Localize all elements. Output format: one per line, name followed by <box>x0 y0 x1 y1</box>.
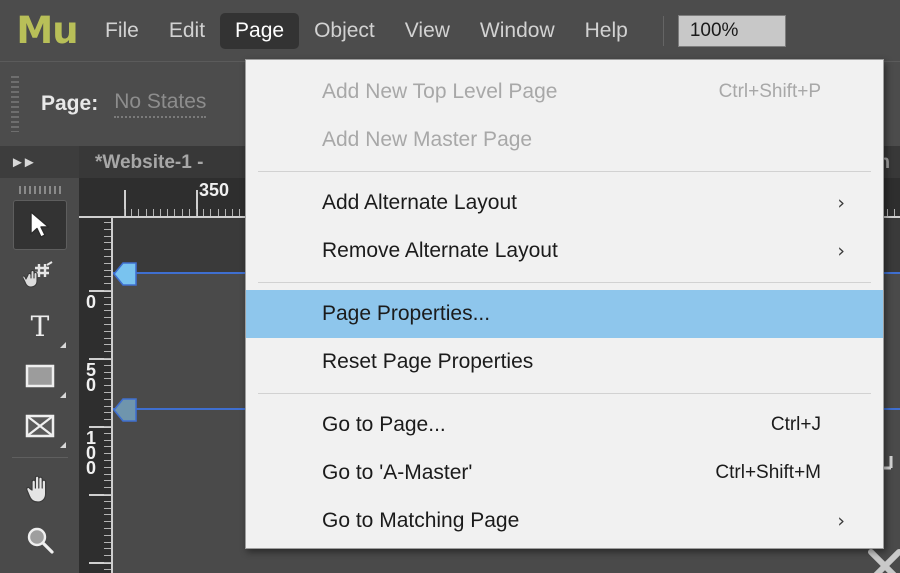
text-tool-flyout-indicator[interactable] <box>59 342 66 348</box>
menu-window[interactable]: Window <box>465 13 570 49</box>
menu-object[interactable]: Object <box>299 13 390 49</box>
rectangle-icon <box>25 364 54 388</box>
page-menu-dropdown[interactable]: Add New Top Level Page Ctrl+Shift+P Add Ne… <box>245 59 884 549</box>
menu-item-shortcut: Ctrl+Shift+P <box>718 81 821 102</box>
selection-tool[interactable] <box>12 200 67 250</box>
menubar-separator <box>662 15 664 46</box>
control-strip-grip[interactable] <box>11 76 19 132</box>
text-tool[interactable]: T <box>14 302 66 350</box>
menu-item-page-properties[interactable]: Page Properties... <box>246 290 883 338</box>
menu-item-label: Add New Top Level Page <box>322 80 558 103</box>
image-placeholder-tool[interactable] <box>14 402 66 450</box>
svg-text:T: T <box>30 311 49 341</box>
rectangle-tool-flyout-indicator[interactable] <box>59 392 66 398</box>
chevron-right-icon: › <box>837 240 845 262</box>
tool-palette-divider <box>11 457 68 458</box>
crop-tool[interactable] <box>14 252 66 300</box>
crop-hand-icon <box>22 261 53 288</box>
menu-item-go-to-matching-page[interactable]: Go to Matching Page › <box>246 497 883 545</box>
control-strip-page-label: Page: <box>41 92 99 115</box>
menu-edit[interactable]: Edit <box>154 13 220 49</box>
text-t-icon: T <box>30 311 49 341</box>
image-placeholder-icon <box>25 414 54 438</box>
menu-item-add-alternate-layout[interactable]: Add Alternate Layout › <box>246 179 883 227</box>
menu-item-remove-alternate-layout[interactable]: Remove Alternate Layout › <box>246 227 883 275</box>
menu-item-add-new-top-level-page: Add New Top Level Page Ctrl+Shift+P <box>246 68 883 116</box>
hand-tool[interactable] <box>14 466 66 514</box>
zoom-tool[interactable] <box>14 516 66 564</box>
menu-help[interactable]: Help <box>570 13 643 49</box>
menu-item-label: Add Alternate Layout <box>322 191 517 214</box>
guide-handle-second[interactable] <box>113 397 137 423</box>
menu-separator <box>258 171 871 172</box>
page-states-value[interactable]: No States <box>114 90 207 118</box>
zoom-level-field[interactable]: 100% <box>677 14 786 47</box>
menu-item-add-new-master-page: Add New Master Page <box>246 116 883 164</box>
menu-item-go-to-page[interactable]: Go to Page... Ctrl+J <box>246 401 883 449</box>
menu-separator <box>258 282 871 283</box>
menu-item-reset-page-properties[interactable]: Reset Page Properties <box>246 338 883 386</box>
adobe-muse-logo: Mu <box>16 9 78 52</box>
tool-palette-grip[interactable] <box>18 186 61 194</box>
rectangle-tool[interactable] <box>14 352 66 400</box>
application-window: ►► T *Website-1 - 350 0 50 100 Page: No … <box>0 0 900 573</box>
menu-item-label: Reset Page Properties <box>322 350 534 373</box>
menu-item-label: Add New Master Page <box>322 128 533 151</box>
hand-icon <box>25 475 46 503</box>
menu-page[interactable]: Page <box>220 12 300 49</box>
menu-item-label: Go to Page... <box>322 413 446 436</box>
chevron-right-icon: › <box>837 192 845 214</box>
cursor-arrow-icon <box>29 211 49 238</box>
magnifier-icon <box>27 527 54 554</box>
vertical-ruler[interactable]: 0 50 100 <box>79 218 113 573</box>
menu-file[interactable]: File <box>90 13 154 49</box>
tool-panel-collapse-button[interactable]: ►► <box>0 145 79 179</box>
ruler-label-0: 0 <box>81 292 101 307</box>
menu-bar: Mu File Edit Page Object View Window Help 100% <box>0 0 900 61</box>
tool-palette: T <box>0 178 80 573</box>
document-tab[interactable]: *Website-1 - <box>95 146 203 179</box>
menu-item-label: Go to 'A-Master' <box>322 461 473 484</box>
image-tool-flyout-indicator[interactable] <box>59 442 66 448</box>
menu-item-shortcut: Ctrl+J <box>770 414 821 435</box>
chevron-right-icon: › <box>837 510 845 532</box>
ruler-label-350: 350 <box>199 180 230 200</box>
double-chevron-right-icon: ►► <box>10 154 37 171</box>
ruler-label-100: 100 <box>81 428 101 473</box>
menu-view[interactable]: View <box>390 13 465 49</box>
menu-item-go-to-a-master[interactable]: Go to 'A-Master' Ctrl+Shift+M <box>246 449 883 497</box>
guide-handle-top[interactable] <box>113 261 137 287</box>
menu-item-label: Page Properties... <box>322 302 491 325</box>
menu-item-shortcut: Ctrl+Shift+M <box>715 462 821 483</box>
menu-item-label: Remove Alternate Layout <box>322 239 558 262</box>
menu-separator <box>258 393 871 394</box>
ruler-label-50: 50 <box>81 360 101 390</box>
menu-item-label: Go to Matching Page <box>322 509 520 532</box>
